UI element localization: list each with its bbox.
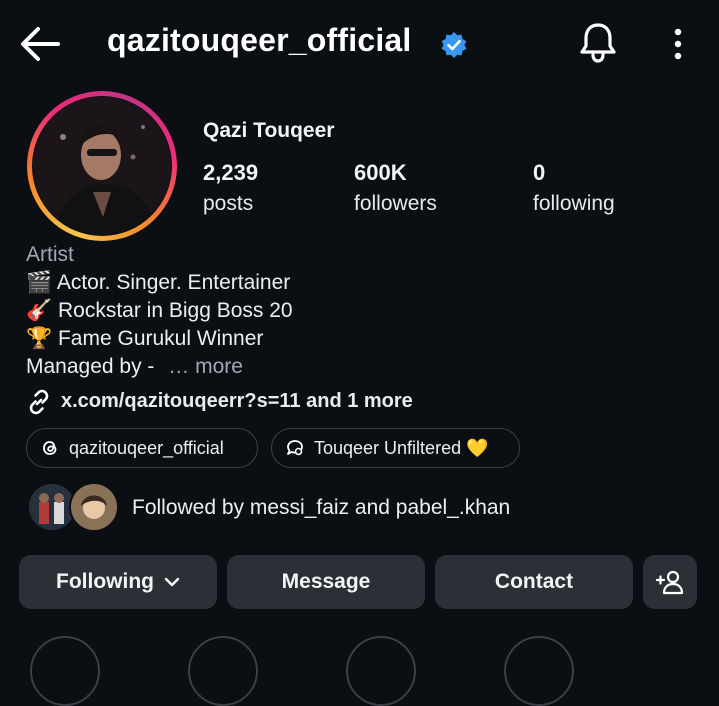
bio-line: 🎬 Actor. Singer. Entertainer xyxy=(26,271,291,294)
add-person-icon xyxy=(655,570,684,595)
channel-chip[interactable]: Touqeer Unfiltered 💛 xyxy=(271,428,520,468)
bio-managed-by: Managed by - … more xyxy=(26,355,243,379)
more-link[interactable]: … more xyxy=(168,355,243,378)
message-label: Message xyxy=(281,570,371,593)
message-button[interactable]: Message xyxy=(227,555,425,609)
add-person-button[interactable] xyxy=(643,555,697,609)
channel-icon xyxy=(287,440,303,456)
followed-by-text[interactable]: Followed by messi_faiz and pabel_.khan xyxy=(132,496,510,520)
avatar-photo xyxy=(33,97,171,235)
following-count[interactable]: 0 following xyxy=(533,160,615,216)
following-button[interactable]: Following xyxy=(19,555,217,609)
back-arrow-icon[interactable] xyxy=(18,24,62,64)
stat-label: following xyxy=(533,192,615,215)
chevron-down-icon xyxy=(164,577,180,587)
profile-full-name: Qazi Touqeer xyxy=(203,119,335,142)
profile-avatar[interactable] xyxy=(27,91,177,241)
profile-category: Artist xyxy=(26,243,74,266)
chip-label: Touqeer Unfiltered 💛 xyxy=(314,437,489,458)
stat-label: posts xyxy=(203,192,254,215)
stat-value: 0 xyxy=(533,160,546,185)
stat-label: followers xyxy=(354,192,437,215)
bio-line: 🏆 Fame Gurukul Winner xyxy=(26,327,264,350)
bell-icon[interactable] xyxy=(578,20,618,64)
following-label: Following xyxy=(56,570,154,593)
contact-button[interactable]: Contact xyxy=(435,555,633,609)
chip-label: qazitouqeer_official xyxy=(69,437,224,458)
managed-by-text: Managed by - xyxy=(26,355,161,378)
verified-badge-icon xyxy=(440,31,468,59)
follower-avatar xyxy=(69,482,119,532)
profile-link[interactable]: x.com/qazitouqeerr?s=11 and 1 more xyxy=(61,390,413,413)
threads-icon xyxy=(43,441,57,455)
profile-username: qazitouqeer_official xyxy=(107,22,412,58)
bio-line: 🎸 Rockstar in Bigg Boss 20 xyxy=(26,299,293,322)
contact-label: Contact xyxy=(494,570,574,593)
threads-chip[interactable]: qazitouqeer_official xyxy=(26,428,258,468)
stat-value: 600K xyxy=(354,160,407,185)
posts-count[interactable]: 2,239 posts xyxy=(203,160,258,216)
link-icon xyxy=(26,389,52,415)
followers-count[interactable]: 600K followers xyxy=(354,160,437,216)
stat-value: 2,239 xyxy=(203,160,259,185)
more-vertical-icon[interactable] xyxy=(664,24,692,64)
